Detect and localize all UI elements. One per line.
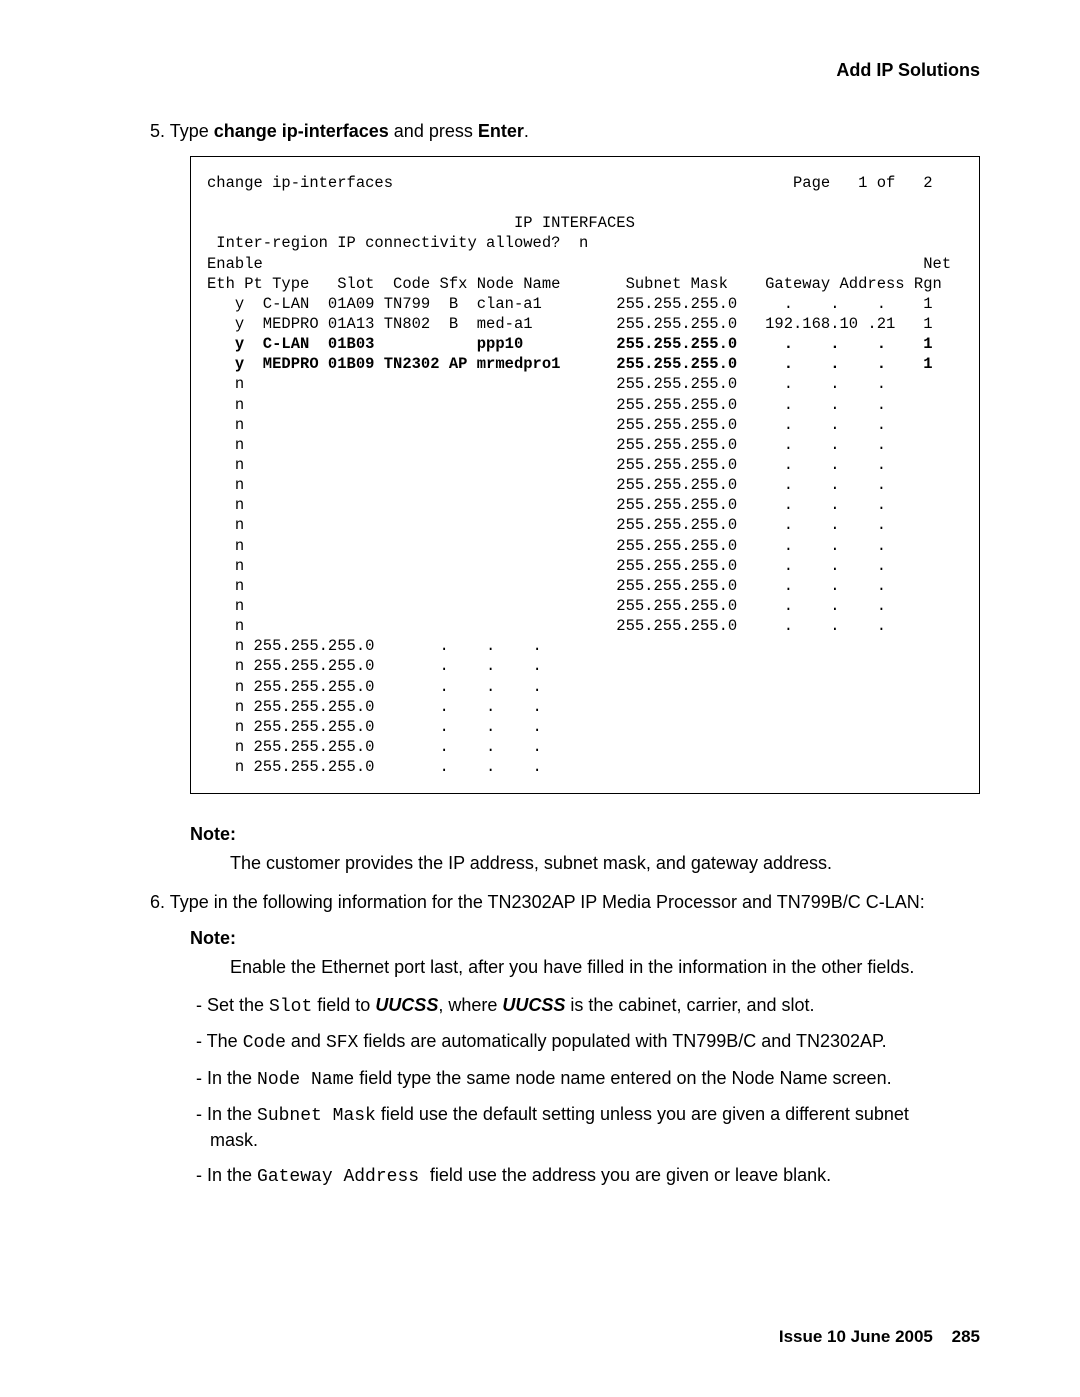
t-line: n 255.255.255.0 . . . bbox=[207, 657, 542, 675]
note2-label: Note: bbox=[190, 928, 980, 949]
step-key: Enter bbox=[478, 121, 524, 141]
note1-label: Note: bbox=[190, 824, 980, 845]
t-line-bold: y C-LAN 01B03 ppp10 255.255.255.0 . . . … bbox=[207, 335, 933, 353]
step-5: 5. Type change ip-interfaces and press E… bbox=[170, 121, 980, 142]
t-line-bold: y MEDPRO 01B09 TN2302 AP mrmedpro1 255.2… bbox=[207, 355, 933, 373]
t-line: n 255.255.255.0 . . . bbox=[207, 537, 886, 555]
step-post: . bbox=[524, 121, 529, 141]
t-line: n 255.255.255.0 . . . bbox=[207, 436, 886, 454]
b-val2: UUCSS bbox=[502, 995, 565, 1015]
bullet-1: - Set the Slot field to UUCSS, where UUC… bbox=[210, 993, 960, 1019]
b-post: is the cabinet, carrier, and slot. bbox=[565, 995, 814, 1015]
b-post: field type the same node name entered on… bbox=[354, 1068, 891, 1088]
t-line: n 255.255.255.0 . . . bbox=[207, 496, 886, 514]
step-6: 6. Type in the following information for… bbox=[170, 890, 960, 914]
bullet-3: - In the Node Name field type the same n… bbox=[210, 1066, 960, 1092]
t-line: n 255.255.255.0 . . . bbox=[207, 456, 886, 474]
t-line: n 255.255.255.0 . . . bbox=[207, 637, 542, 655]
t-line: n 255.255.255.0 . . . bbox=[207, 557, 886, 575]
b-val: UUCSS bbox=[375, 995, 438, 1015]
b-post: fields are automatically populated with … bbox=[358, 1031, 886, 1051]
section-header: Add IP Solutions bbox=[100, 60, 980, 81]
t-line: Enable Net bbox=[207, 255, 951, 273]
t-line: change ip-interfaces Page 1 of 2 bbox=[207, 174, 933, 192]
b-field: Code bbox=[243, 1033, 286, 1053]
t-line: IP INTERFACES bbox=[207, 214, 635, 232]
t-line: Eth Pt Type Slot Code Sfx Node Name Subn… bbox=[207, 275, 942, 293]
step-mid: and press bbox=[389, 121, 478, 141]
b-field: Node Name bbox=[257, 1070, 354, 1090]
b-field: Slot bbox=[269, 997, 312, 1017]
page-footer: Issue 10 June 2005 285 bbox=[779, 1327, 980, 1347]
b-pre: - The bbox=[196, 1031, 243, 1051]
t-line: Inter-region IP connectivity allowed? n bbox=[207, 234, 588, 252]
t-line: n 255.255.255.0 . . . bbox=[207, 516, 886, 534]
t-line: n 255.255.255.0 . . . bbox=[207, 396, 886, 414]
step-pre: Type bbox=[170, 121, 214, 141]
b-pre: - In the bbox=[196, 1068, 257, 1088]
t-line: y MEDPRO 01A13 TN802 B med-a1 255.255.25… bbox=[207, 315, 933, 333]
b-pre: - Set the bbox=[196, 995, 269, 1015]
step-num: 6. bbox=[150, 892, 165, 912]
step-num: 5. bbox=[150, 121, 165, 141]
t-line: n 255.255.255.0 . . . bbox=[207, 758, 542, 776]
b-post: field use the address you are given or l… bbox=[430, 1165, 831, 1185]
document-page: Add IP Solutions 5. Type change ip-inter… bbox=[0, 0, 1080, 1397]
b-field2: SFX bbox=[326, 1033, 358, 1053]
t-line: n 255.255.255.0 . . . bbox=[207, 718, 542, 736]
bullet-2: - The Code and SFX fields are automatica… bbox=[210, 1029, 960, 1055]
t-line: n 255.255.255.0 . . . bbox=[207, 678, 542, 696]
b-pre: - In the bbox=[196, 1165, 257, 1185]
t-line: n 255.255.255.0 . . . bbox=[207, 577, 886, 595]
note2-body: Enable the Ethernet port last, after you… bbox=[230, 955, 980, 979]
step-cmd: change ip-interfaces bbox=[214, 121, 389, 141]
terminal-output: change ip-interfaces Page 1 of 2 IP INTE… bbox=[190, 156, 980, 794]
note1-body: The customer provides the IP address, su… bbox=[230, 851, 980, 875]
t-line: n 255.255.255.0 . . . bbox=[207, 476, 886, 494]
t-line: n 255.255.255.0 . . . bbox=[207, 617, 886, 635]
t-line: y C-LAN 01A09 TN799 B clan-a1 255.255.25… bbox=[207, 295, 933, 313]
bullet-5: - In the Gateway Address field use the a… bbox=[210, 1163, 960, 1189]
footer-issue: Issue 10 June 2005 bbox=[779, 1327, 933, 1346]
b-mid: field to bbox=[312, 995, 375, 1015]
footer-page: 285 bbox=[952, 1327, 980, 1346]
step-text: Type in the following information for th… bbox=[170, 892, 925, 912]
b-field: Subnet Mask bbox=[257, 1106, 376, 1126]
b-field: Gateway Address bbox=[257, 1167, 430, 1187]
b-mid2: , where bbox=[438, 995, 502, 1015]
t-line: n 255.255.255.0 . . . bbox=[207, 738, 542, 756]
t-line: n 255.255.255.0 . . . bbox=[207, 416, 886, 434]
t-line: n 255.255.255.0 . . . bbox=[207, 597, 886, 615]
b-pre: - In the bbox=[196, 1104, 257, 1124]
t-line: n 255.255.255.0 . . . bbox=[207, 698, 542, 716]
b-mid: and bbox=[286, 1031, 326, 1051]
bullet-4: - In the Subnet Mask field use the defau… bbox=[210, 1102, 960, 1153]
t-line: n 255.255.255.0 . . . bbox=[207, 375, 886, 393]
